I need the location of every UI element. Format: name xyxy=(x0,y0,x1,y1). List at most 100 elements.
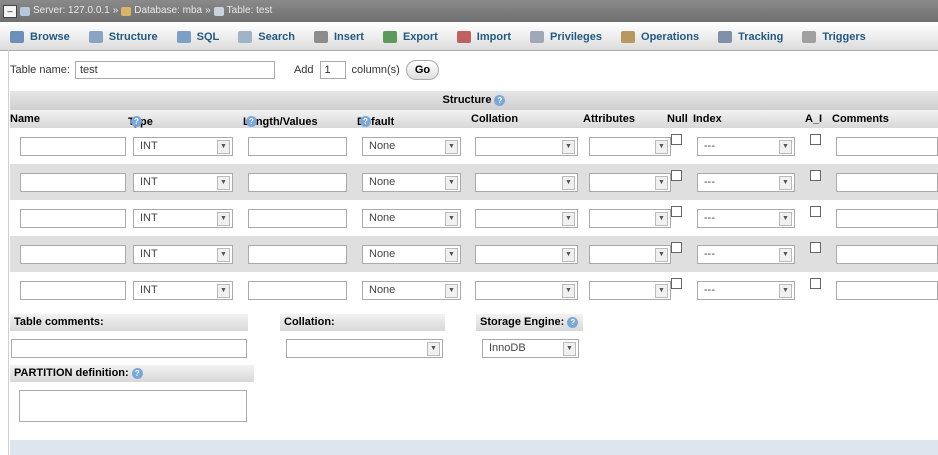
null-checkbox[interactable] xyxy=(671,134,682,145)
auto-increment-checkbox[interactable] xyxy=(810,206,821,217)
tab-label: Tracking xyxy=(738,30,784,43)
partition-header: PARTITION definition:? xyxy=(10,365,254,382)
table-collation-select[interactable]: ▼ xyxy=(286,339,443,358)
field-attributes-select[interactable]: ▼ xyxy=(589,281,671,300)
field-type-select[interactable]: INT ▼ xyxy=(133,173,233,192)
chevron-down-icon: ▼ xyxy=(779,248,792,262)
storage-engine-select[interactable]: InnoDB ▼ xyxy=(482,339,579,358)
field-default-select[interactable]: None ▼ xyxy=(362,281,461,300)
field-default-select[interactable]: None ▼ xyxy=(362,209,461,228)
table-comments-input[interactable] xyxy=(11,339,247,358)
field-index-select[interactable]: --- ▼ xyxy=(697,173,795,192)
field-index-select[interactable]: --- ▼ xyxy=(697,209,795,228)
tab-search[interactable]: Search xyxy=(228,23,304,50)
help-icon[interactable]: ? xyxy=(494,94,506,106)
add-columns-count-input[interactable] xyxy=(319,61,346,79)
breadcrumb-database[interactable]: Database: mba xyxy=(134,0,202,22)
field-attributes-select[interactable]: ▼ xyxy=(589,137,671,156)
chevron-down-icon: ▼ xyxy=(562,212,575,226)
field-row: INT ▼ None ▼ ▼ ▼ --- ▼ xyxy=(10,236,938,272)
tab-label: Search xyxy=(258,30,295,43)
tab-import[interactable]: Import xyxy=(447,23,520,50)
field-collation-select[interactable]: ▼ xyxy=(475,245,578,264)
partition-definition-textarea[interactable] xyxy=(19,390,247,422)
collapse-toggle-icon[interactable]: – xyxy=(3,5,17,18)
tab-privileges[interactable]: Privileges xyxy=(520,23,611,50)
tab-structure[interactable]: Structure xyxy=(79,23,167,50)
field-length-input[interactable] xyxy=(248,137,347,156)
field-type-select[interactable]: INT ▼ xyxy=(133,137,233,156)
chevron-down-icon: ▼ xyxy=(217,212,230,226)
help-icon[interactable]: ? xyxy=(567,316,579,328)
tab-label: Import xyxy=(476,30,512,43)
field-default-select[interactable]: None ▼ xyxy=(362,137,461,156)
chevron-down-icon: ▼ xyxy=(655,140,668,154)
field-length-input[interactable] xyxy=(248,209,347,228)
bottom-bar xyxy=(10,440,938,455)
column-headers: Name Type? Length/Values? Default? Colla… xyxy=(10,110,938,128)
auto-increment-checkbox[interactable] xyxy=(810,278,821,289)
field-index-select-value: --- xyxy=(704,212,715,224)
tab-triggers[interactable]: Triggers xyxy=(792,23,874,50)
field-default-select[interactable]: None ▼ xyxy=(362,245,461,264)
tab-operations[interactable]: Operations xyxy=(611,23,708,50)
field-collation-select[interactable]: ▼ xyxy=(475,209,578,228)
export-icon xyxy=(382,30,397,43)
help-icon[interactable]: ? xyxy=(360,116,371,127)
tab-tracking[interactable]: Tracking xyxy=(708,23,792,50)
field-collation-select[interactable]: ▼ xyxy=(475,137,578,156)
field-type-select[interactable]: INT ▼ xyxy=(133,281,233,300)
field-name-input[interactable] xyxy=(20,173,126,192)
help-icon[interactable]: ? xyxy=(131,367,143,379)
field-length-input[interactable] xyxy=(248,245,347,264)
field-name-input[interactable] xyxy=(20,245,126,264)
field-comments-input[interactable] xyxy=(836,137,938,156)
add-label: Add xyxy=(293,64,314,76)
breadcrumb-server[interactable]: Server: 127.0.0.1 xyxy=(33,0,110,22)
chevron-down-icon: ▼ xyxy=(562,284,575,298)
auto-increment-checkbox[interactable] xyxy=(810,134,821,145)
field-collation-select[interactable]: ▼ xyxy=(475,281,578,300)
field-index-select[interactable]: --- ▼ xyxy=(697,137,795,156)
field-index-select[interactable]: --- ▼ xyxy=(697,245,795,264)
chevron-down-icon: ▼ xyxy=(562,140,575,154)
field-comments-input[interactable] xyxy=(836,281,938,300)
null-checkbox[interactable] xyxy=(671,242,682,253)
field-collation-select[interactable]: ▼ xyxy=(475,173,578,192)
tab-insert[interactable]: Insert xyxy=(304,23,373,50)
field-comments-input[interactable] xyxy=(836,173,938,192)
breadcrumb-table[interactable]: Table: test xyxy=(227,0,273,22)
field-type-select[interactable]: INT ▼ xyxy=(133,209,233,228)
field-attributes-select[interactable]: ▼ xyxy=(589,209,671,228)
null-checkbox[interactable] xyxy=(671,170,682,181)
tab-browse[interactable]: Browse xyxy=(0,23,79,50)
field-attributes-select[interactable]: ▼ xyxy=(589,173,671,192)
field-comments-input[interactable] xyxy=(836,209,938,228)
field-length-input[interactable] xyxy=(248,281,347,300)
auto-increment-checkbox[interactable] xyxy=(810,242,821,253)
field-comments-input[interactable] xyxy=(836,245,938,264)
field-default-select-value: None xyxy=(369,284,396,296)
field-index-select[interactable]: --- ▼ xyxy=(697,281,795,300)
help-icon[interactable]: ? xyxy=(131,116,142,127)
breadcrumb: Server: 127.0.0.1 » Database: mba » Tabl… xyxy=(20,0,272,22)
go-button[interactable]: Go xyxy=(405,60,440,80)
table-name-input[interactable] xyxy=(74,61,275,79)
search-icon xyxy=(238,30,253,43)
field-length-input[interactable] xyxy=(248,173,347,192)
field-default-select[interactable]: None ▼ xyxy=(362,173,461,192)
tab-sql[interactable]: SQL xyxy=(167,23,229,50)
tab-export[interactable]: Export xyxy=(373,23,447,50)
auto-increment-checkbox[interactable] xyxy=(810,170,821,181)
field-type-select[interactable]: INT ▼ xyxy=(133,245,233,264)
field-name-input[interactable] xyxy=(20,137,126,156)
insert-icon xyxy=(313,30,328,43)
null-checkbox[interactable] xyxy=(671,278,682,289)
field-name-input[interactable] xyxy=(20,209,126,228)
null-checkbox[interactable] xyxy=(671,206,682,217)
field-name-input[interactable] xyxy=(20,281,126,300)
help-icon[interactable]: ? xyxy=(246,116,257,127)
field-attributes-select[interactable]: ▼ xyxy=(589,245,671,264)
structure-icon xyxy=(88,30,103,43)
chevron-down-icon: ▼ xyxy=(779,212,792,226)
